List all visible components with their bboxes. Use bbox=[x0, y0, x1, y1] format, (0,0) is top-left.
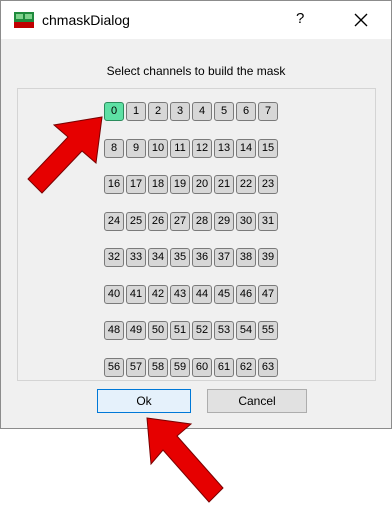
channel-button-13[interactable]: 13 bbox=[214, 138, 234, 158]
channel-button-22[interactable]: 22 bbox=[236, 175, 256, 194]
channel-button-14[interactable]: 14 bbox=[236, 138, 256, 158]
channel-button-15[interactable]: 15 bbox=[258, 138, 278, 158]
channel-button-1[interactable]: 1 bbox=[126, 102, 146, 121]
channel-button-20[interactable]: 20 bbox=[192, 175, 212, 194]
channel-button-6[interactable]: 6 bbox=[236, 102, 256, 121]
channel-button-23[interactable]: 23 bbox=[258, 175, 278, 194]
channel-button-26[interactable]: 26 bbox=[148, 211, 168, 231]
channel-button-24[interactable]: 24 bbox=[104, 211, 124, 231]
channel-button-33[interactable]: 33 bbox=[126, 248, 146, 267]
channel-button-48[interactable]: 48 bbox=[104, 321, 124, 340]
prompt-label: Select channels to build the mask bbox=[106, 64, 286, 78]
title-bar: chmaskDialog ? bbox=[1, 1, 391, 39]
channel-button-34[interactable]: 34 bbox=[148, 248, 168, 267]
channel-button-36[interactable]: 36 bbox=[192, 248, 212, 267]
channel-button-51[interactable]: 51 bbox=[170, 321, 190, 340]
channel-button-63[interactable]: 63 bbox=[258, 357, 278, 377]
channel-button-35[interactable]: 35 bbox=[170, 248, 190, 267]
channel-button-60[interactable]: 60 bbox=[192, 357, 212, 377]
channel-button-28[interactable]: 28 bbox=[192, 211, 212, 231]
channel-button-47[interactable]: 47 bbox=[258, 284, 278, 304]
channel-button-12[interactable]: 12 bbox=[192, 138, 212, 158]
channel-button-29[interactable]: 29 bbox=[214, 211, 234, 231]
channel-button-5[interactable]: 5 bbox=[214, 102, 234, 121]
channel-button-21[interactable]: 21 bbox=[214, 175, 234, 194]
channel-button-31[interactable]: 31 bbox=[258, 211, 278, 231]
channel-button-54[interactable]: 54 bbox=[236, 321, 256, 340]
cern-app-icon bbox=[14, 12, 34, 28]
channel-button-10[interactable]: 10 bbox=[148, 138, 168, 158]
channel-button-53[interactable]: 53 bbox=[214, 321, 234, 340]
channel-button-39[interactable]: 39 bbox=[258, 248, 278, 267]
channel-button-27[interactable]: 27 bbox=[170, 211, 190, 231]
channel-button-3[interactable]: 3 bbox=[170, 102, 190, 121]
channel-button-18[interactable]: 18 bbox=[148, 175, 168, 194]
channel-button-46[interactable]: 46 bbox=[236, 284, 256, 304]
channel-button-17[interactable]: 17 bbox=[126, 175, 146, 194]
cancel-button[interactable]: Cancel bbox=[207, 389, 307, 413]
channel-button-62[interactable]: 62 bbox=[236, 357, 256, 377]
channel-button-9[interactable]: 9 bbox=[126, 138, 146, 158]
window-title: chmaskDialog bbox=[42, 12, 130, 28]
red-arrow-icon bbox=[146, 417, 224, 503]
channel-button-25[interactable]: 25 bbox=[126, 211, 146, 231]
channel-button-41[interactable]: 41 bbox=[126, 284, 146, 304]
channel-button-43[interactable]: 43 bbox=[170, 284, 190, 304]
channel-button-11[interactable]: 11 bbox=[170, 138, 190, 158]
channel-button-4[interactable]: 4 bbox=[192, 102, 212, 121]
channel-button-44[interactable]: 44 bbox=[192, 284, 212, 304]
channel-button-50[interactable]: 50 bbox=[148, 321, 168, 340]
ok-button[interactable]: Ok bbox=[97, 389, 191, 413]
close-icon[interactable] bbox=[349, 8, 373, 32]
channel-button-2[interactable]: 2 bbox=[148, 102, 168, 121]
help-button[interactable]: ? bbox=[296, 10, 304, 27]
channel-button-7[interactable]: 7 bbox=[258, 102, 278, 121]
channel-button-59[interactable]: 59 bbox=[170, 357, 190, 377]
channel-button-32[interactable]: 32 bbox=[104, 248, 124, 267]
channel-button-55[interactable]: 55 bbox=[258, 321, 278, 340]
channel-button-19[interactable]: 19 bbox=[170, 175, 190, 194]
channel-button-57[interactable]: 57 bbox=[126, 357, 146, 377]
channel-button-38[interactable]: 38 bbox=[236, 248, 256, 267]
channel-button-49[interactable]: 49 bbox=[126, 321, 146, 340]
channel-button-30[interactable]: 30 bbox=[236, 211, 256, 231]
channel-button-37[interactable]: 37 bbox=[214, 248, 234, 267]
channel-button-42[interactable]: 42 bbox=[148, 284, 168, 304]
channel-button-56[interactable]: 56 bbox=[104, 357, 124, 377]
channel-button-61[interactable]: 61 bbox=[214, 357, 234, 377]
red-arrow-icon bbox=[27, 116, 103, 194]
channel-button-58[interactable]: 58 bbox=[148, 357, 168, 377]
channel-button-45[interactable]: 45 bbox=[214, 284, 234, 304]
chmask-dialog: chmaskDialog ? Select channels to build … bbox=[0, 0, 392, 429]
channel-button-40[interactable]: 40 bbox=[104, 284, 124, 304]
channel-button-52[interactable]: 52 bbox=[192, 321, 212, 340]
